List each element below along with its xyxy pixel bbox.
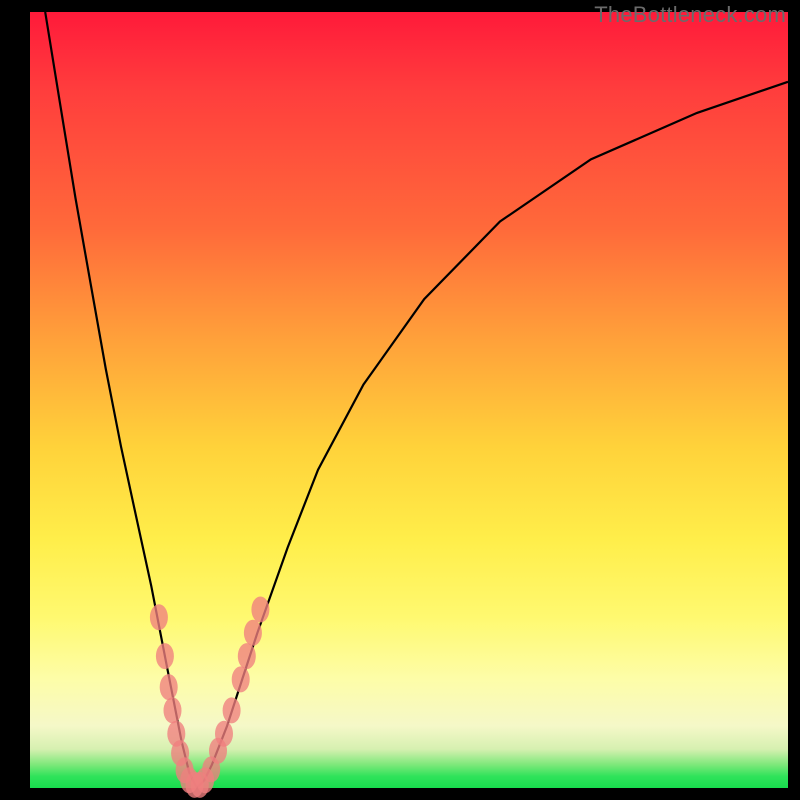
- curve-marker: [251, 597, 269, 623]
- curve-marker: [244, 620, 262, 646]
- curve-marker: [160, 674, 178, 700]
- curve-marker: [215, 721, 233, 747]
- curve-marker: [164, 697, 182, 723]
- plot-area: [30, 12, 788, 788]
- chart-frame: TheBottleneck.com: [0, 0, 800, 800]
- curve-marker: [156, 643, 174, 669]
- curve-marker: [223, 697, 241, 723]
- bottleneck-curve: [45, 12, 788, 788]
- watermark-text: TheBottleneck.com: [594, 2, 786, 28]
- marker-group: [150, 597, 270, 798]
- curve-marker: [232, 666, 250, 692]
- curve-marker: [150, 604, 168, 630]
- chart-svg: [30, 12, 788, 788]
- curve-marker: [238, 643, 256, 669]
